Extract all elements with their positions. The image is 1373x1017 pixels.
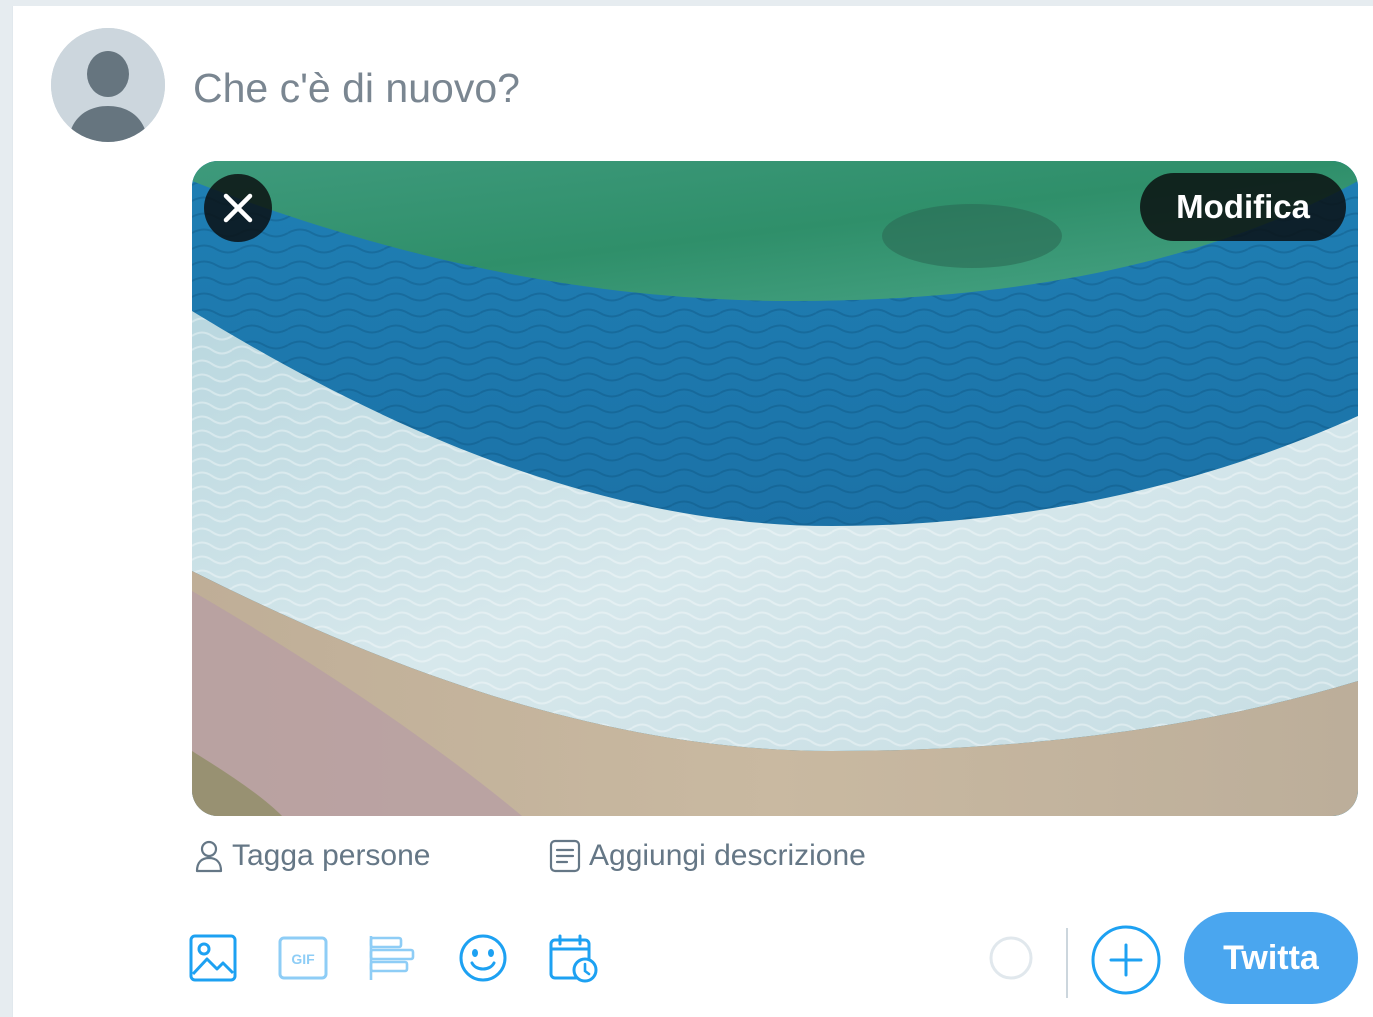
toolbar-divider bbox=[1066, 928, 1068, 998]
plus-icon bbox=[1091, 925, 1161, 995]
character-counter bbox=[988, 935, 1034, 981]
description-icon bbox=[549, 839, 581, 873]
add-emoji-button[interactable] bbox=[455, 930, 511, 986]
avatar[interactable] bbox=[51, 28, 165, 142]
default-profile-icon bbox=[51, 28, 165, 142]
add-poll-button[interactable] bbox=[365, 930, 421, 986]
add-gif-button[interactable]: GIF bbox=[275, 930, 331, 986]
remove-media-button[interactable] bbox=[204, 174, 272, 242]
tweet-button[interactable]: Twitta bbox=[1184, 912, 1358, 1004]
progress-ring-icon bbox=[989, 936, 1033, 980]
image-icon bbox=[189, 934, 237, 982]
media-attachment: Modifica bbox=[192, 161, 1358, 816]
edit-media-button[interactable]: Modifica bbox=[1140, 173, 1346, 241]
add-description-button[interactable]: Aggiungi descrizione bbox=[549, 834, 866, 878]
poll-icon bbox=[369, 936, 415, 980]
tag-people-label: Tagga persone bbox=[232, 839, 431, 872]
add-media-button[interactable] bbox=[185, 930, 241, 986]
tweet-composer: Modifica Tagga persone Aggiungi descrizi… bbox=[12, 6, 1373, 1017]
emoji-icon bbox=[459, 934, 507, 982]
close-icon bbox=[223, 193, 253, 223]
schedule-tweet-button[interactable] bbox=[545, 930, 601, 986]
add-another-tweet-button[interactable] bbox=[1090, 924, 1162, 996]
add-description-label: Aggiungi descrizione bbox=[589, 839, 866, 872]
attached-photo bbox=[192, 161, 1358, 816]
tag-people-button[interactable]: Tagga persone bbox=[194, 834, 431, 878]
svg-text:GIF: GIF bbox=[291, 951, 315, 967]
person-icon bbox=[195, 840, 223, 873]
gif-icon: GIF bbox=[278, 936, 328, 980]
schedule-icon bbox=[549, 934, 598, 983]
tweet-text-input[interactable] bbox=[193, 58, 1093, 118]
